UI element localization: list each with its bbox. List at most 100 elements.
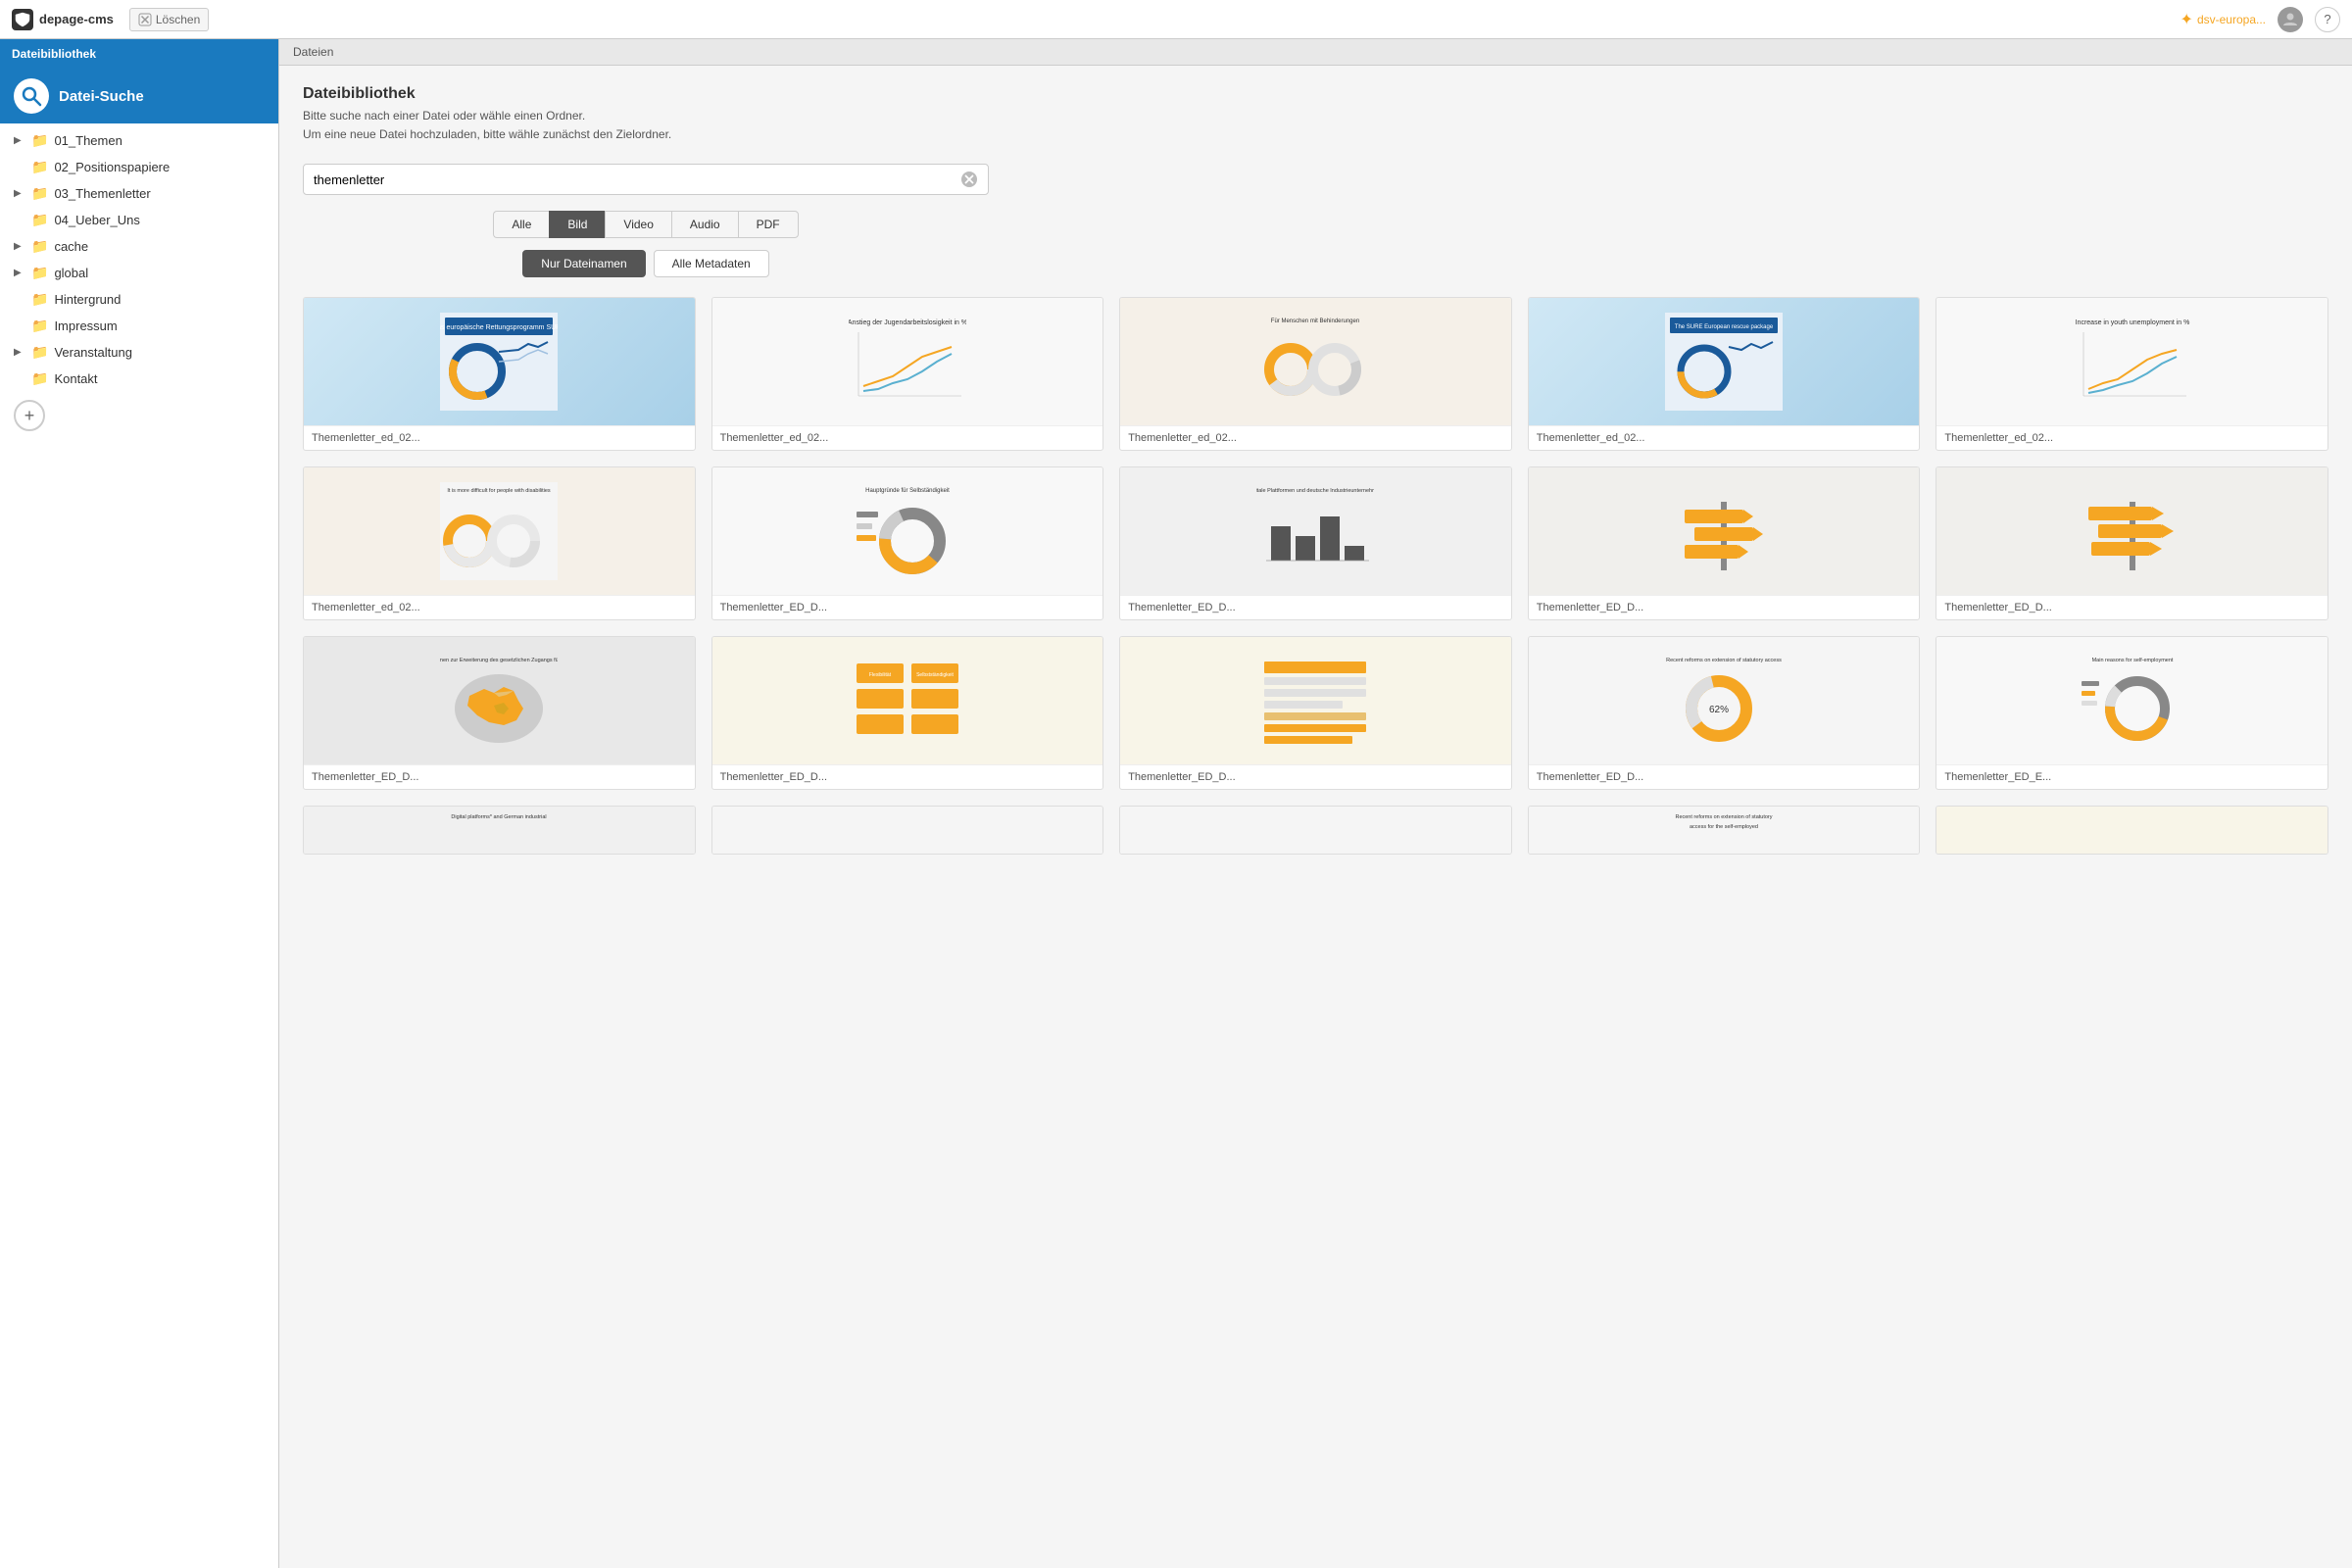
- sidebar-item-cache[interactable]: ▶ 📁 cache: [0, 233, 278, 260]
- sidebar-header: Dateibibliothek: [0, 39, 278, 69]
- sidebar-item-Impressum[interactable]: 📁 Impressum: [0, 313, 278, 339]
- folder-icon: 📁: [31, 238, 48, 255]
- user-avatar[interactable]: [2278, 7, 2303, 32]
- file-card[interactable]: Themenletter_ED_D...: [1528, 466, 1921, 620]
- help-button[interactable]: ?: [2315, 7, 2340, 32]
- thumb-svg: Flexibilität Selbstständigkeit: [849, 652, 966, 750]
- svg-text:Jüngste Reformen zur Erweiteru: Jüngste Reformen zur Erweiterung des ges…: [440, 658, 558, 663]
- sidebar-item-02_Positionspapiere[interactable]: 📁 02_Positionspapiere: [0, 154, 278, 180]
- file-thumbnail: [1936, 807, 2328, 855]
- svg-text:Das europäische Rettungsprogra: Das europäische Rettungsprogramm SURE: [440, 324, 558, 331]
- thumb-svg: Recent reforms on extension of statutory…: [1665, 807, 1783, 855]
- expand-arrow: ▶: [14, 347, 25, 358]
- file-card[interactable]: Anstieg der Jugendarbeitslosigkeit in % …: [711, 297, 1104, 451]
- sidebar-item-global[interactable]: ▶ 📁 global: [0, 260, 278, 286]
- app-name: depage-cms: [39, 12, 114, 26]
- file-thumbnail: Recent reforms on extension of statutory…: [1529, 807, 1920, 855]
- svg-text:Hauptgründe für Selbständigkei: Hauptgründe für Selbständigkeit: [865, 488, 950, 494]
- thumb-svg: [1256, 652, 1374, 750]
- sidebar-item-label: 04_Ueber_Uns: [54, 213, 265, 227]
- content-title: Dateibibliothek: [303, 85, 2328, 103]
- sidebar-search-item[interactable]: Datei-Suche: [0, 69, 278, 123]
- file-card[interactable]: [1936, 806, 2328, 855]
- file-card[interactable]: It is more difficult for people with dis…: [303, 466, 696, 620]
- filter-pdf[interactable]: PDF: [738, 211, 799, 238]
- file-card[interactable]: [711, 806, 1104, 855]
- thumb-svg: [1665, 482, 1783, 580]
- expand-arrow: ▶: [14, 268, 25, 278]
- desc-line2: Um eine neue Datei hochzuladen, bitte wä…: [303, 127, 671, 141]
- file-card[interactable]: Themenletter_ED_D...: [1936, 466, 2328, 620]
- user-indicator: ✦ dsv-europa...: [2180, 10, 2266, 29]
- sidebar-item-label: cache: [54, 239, 265, 254]
- add-label: +: [24, 406, 35, 426]
- file-card[interactable]: Digitale Plattformen und deutsche Indust…: [1119, 466, 1512, 620]
- file-name: Themenletter_ED_E...: [1936, 764, 2328, 789]
- search-clear-button[interactable]: [960, 171, 978, 188]
- file-card[interactable]: Jüngste Reformen zur Erweiterung des ges…: [303, 636, 696, 790]
- svg-text:Recent reforms on extension of: Recent reforms on extension of statutory: [1676, 814, 1773, 820]
- file-card[interactable]: Digital platforms* and German industrial: [303, 806, 696, 855]
- filter-audio[interactable]: Audio: [671, 211, 738, 238]
- svg-text:Für Menschen mit Behinderungen: Für Menschen mit Behinderungen: [1271, 318, 1359, 324]
- file-card[interactable]: Das europäische Rettungsprogramm SURE Th…: [303, 297, 696, 451]
- sidebar-item-Kontakt[interactable]: 📁 Kontakt: [0, 366, 278, 392]
- section-label: Dateien: [293, 45, 333, 59]
- folder-icon: 📁: [31, 318, 48, 334]
- sidebar-item-Hintergrund[interactable]: 📁 Hintergrund: [0, 286, 278, 313]
- thumb-svg: Main reasons for self-employment: [2074, 652, 2191, 750]
- file-thumbnail: Digital platforms* and German industrial: [304, 807, 695, 855]
- thumb-svg: Anstieg der Jugendarbeitslosigkeit in %: [849, 313, 966, 411]
- svg-text:62%: 62%: [1709, 705, 1729, 715]
- file-card[interactable]: Recent reforms on extension of statutory…: [1528, 636, 1921, 790]
- sidebar-item-01_Themen[interactable]: ▶ 📁 01_Themen: [0, 127, 278, 154]
- sidebar-item-label: global: [54, 266, 265, 280]
- user-label: dsv-europa...: [2197, 13, 2266, 26]
- file-name: Themenletter_ed_02...: [712, 425, 1103, 450]
- file-card[interactable]: Für Menschen mit Behinderungen Themenlet…: [1119, 297, 1512, 451]
- filter-bild[interactable]: Bild: [549, 211, 605, 238]
- content-area: Dateibibliothek Bitte suche nach einer D…: [279, 66, 2352, 1568]
- folder-icon: 📁: [31, 159, 48, 175]
- file-search-bar: [303, 164, 989, 195]
- sidebar-item-03_Themenletter[interactable]: ▶ 📁 03_Themenletter: [0, 180, 278, 207]
- sidebar-item-label: 03_Themenletter: [54, 186, 265, 201]
- delete-icon: [138, 13, 152, 26]
- sidebar-item-04_Ueber_Uns[interactable]: 📁 04_Ueber_Uns: [0, 207, 278, 233]
- add-folder-button[interactable]: +: [14, 400, 45, 431]
- file-thumbnail: It is more difficult for people with dis…: [304, 467, 695, 595]
- file-card[interactable]: Main reasons for self-employment Themenl…: [1936, 636, 2328, 790]
- clear-icon: [960, 171, 978, 188]
- file-card[interactable]: Recent reforms on extension of statutory…: [1528, 806, 1921, 855]
- search-label: Datei-Suche: [59, 88, 144, 105]
- filter-video[interactable]: Video: [605, 211, 670, 238]
- file-name: Themenletter_ed_02...: [304, 425, 695, 450]
- folder-icon: 📁: [31, 212, 48, 228]
- topbar-right: ✦ dsv-europa... ?: [2180, 7, 2340, 32]
- file-card[interactable]: Hauptgründe für Selbständigkeit Themenle…: [711, 466, 1104, 620]
- delete-button[interactable]: Löschen: [129, 8, 209, 31]
- thumb-svg: Digitale Plattformen und deutsche Indust…: [1256, 482, 1374, 580]
- file-name: Themenletter_ED_D...: [304, 764, 695, 789]
- file-card[interactable]: [1119, 806, 1512, 855]
- folder-icon: 📁: [31, 344, 48, 361]
- sidebar-item-Veranstaltung[interactable]: ▶ 📁 Veranstaltung: [0, 339, 278, 366]
- svg-text:Increase in youth unemployment: Increase in youth unemployment in %: [2075, 319, 2189, 326]
- file-search-input[interactable]: [314, 172, 953, 187]
- meta-dateinamen[interactable]: Nur Dateinamen: [522, 250, 645, 277]
- main-section-header: Dateien: [279, 39, 2352, 66]
- thumb-svg: [2074, 482, 2191, 580]
- logo-icon: [12, 9, 33, 30]
- file-thumbnail: Flexibilität Selbstständigkeit: [712, 637, 1103, 764]
- meta-metadaten[interactable]: Alle Metadaten: [654, 250, 769, 277]
- filter-alle[interactable]: Alle: [493, 211, 549, 238]
- file-name: Themenletter_ed_02...: [1936, 425, 2328, 450]
- sidebar-item-label: Hintergrund: [54, 292, 265, 307]
- thumb-svg: Jüngste Reformen zur Erweiterung des ges…: [440, 652, 558, 750]
- file-card[interactable]: The SURE European rescue package Themenl…: [1528, 297, 1921, 451]
- file-card[interactable]: Flexibilität Selbstständigkeit Themenlet…: [711, 636, 1104, 790]
- file-thumbnail: Digitale Plattformen und deutsche Indust…: [1120, 467, 1511, 595]
- file-card[interactable]: Themenletter_ED_D...: [1119, 636, 1512, 790]
- file-card[interactable]: Increase in youth unemployment in % Them…: [1936, 297, 2328, 451]
- file-name: Themenletter_ED_D...: [1936, 595, 2328, 619]
